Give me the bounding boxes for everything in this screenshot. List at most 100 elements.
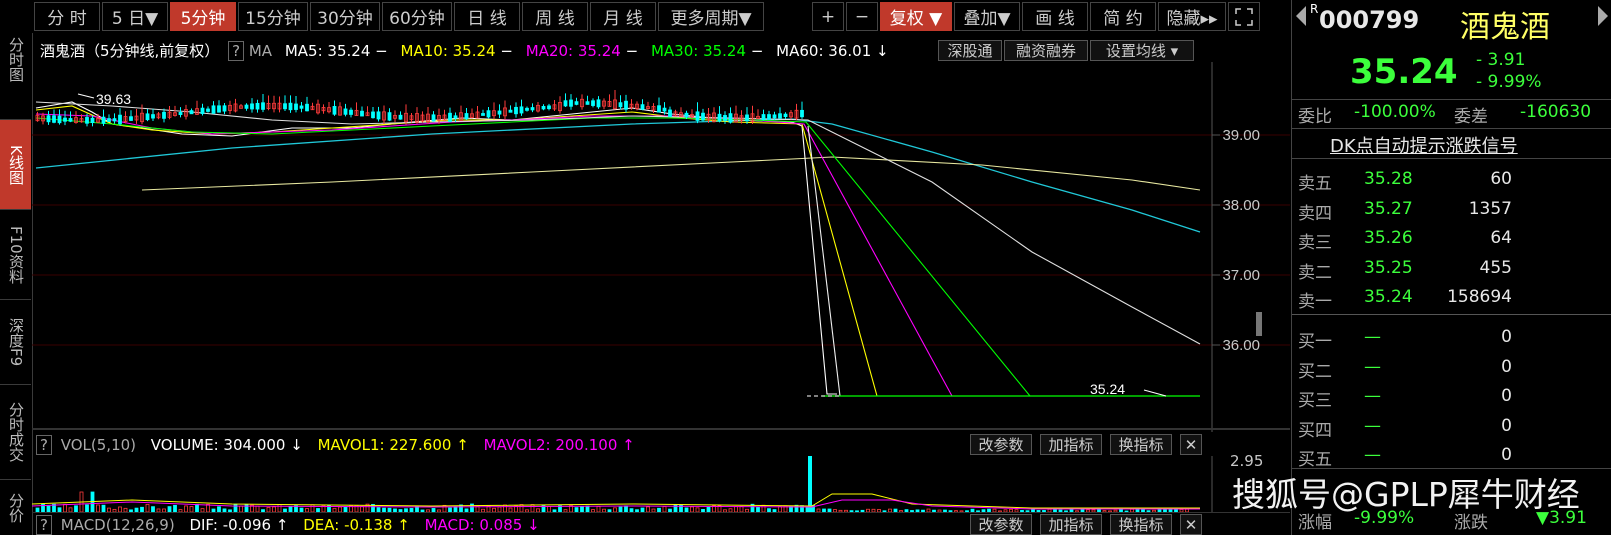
y-label-36: 36.00: [1222, 337, 1260, 354]
kline-chart[interactable]: 39.63 35.24 39.00 38.00 37.00 36.00: [32, 62, 1290, 432]
buy-row[interactable]: 买二 — 0: [1292, 352, 1611, 382]
buy-volume: 0: [1501, 356, 1512, 377]
help-icon[interactable]: ?: [228, 41, 245, 61]
candle-body: [431, 114, 436, 122]
sell-label: 卖一: [1298, 292, 1332, 312]
last-price: 35.24: [1350, 52, 1458, 92]
sell-row[interactable]: 卖二 35.25 455: [1292, 253, 1611, 283]
dea-arrow: ↑: [397, 516, 410, 534]
candle-body: [783, 113, 788, 118]
dk-signal-link[interactable]: DK点自动提示涨跌信号: [1330, 132, 1518, 158]
period-fenshi[interactable]: 分 时: [34, 2, 100, 31]
sell-row[interactable]: 卖三 35.26 64: [1292, 223, 1611, 253]
buy-volume: 0: [1501, 415, 1512, 436]
vol-help-icon[interactable]: ?: [36, 435, 52, 455]
candle-body: [283, 103, 287, 110]
period-month[interactable]: 月 线: [590, 2, 656, 31]
fullscreen-icon[interactable]: [1228, 2, 1260, 31]
macd-switch-indicator-button[interactable]: 换指标: [1110, 514, 1172, 535]
volume-bar: [145, 503, 150, 512]
candle-body: [591, 100, 595, 106]
nav-kline[interactable]: K线图: [0, 120, 31, 210]
volume-bar: [173, 504, 177, 512]
period-more[interactable]: 更多周期▼: [658, 2, 764, 31]
simple-button[interactable]: 简 约: [1090, 2, 1156, 31]
period-day[interactable]: 日 线: [454, 2, 520, 31]
draw-line-button[interactable]: 画 线: [1022, 2, 1088, 31]
period-5min[interactable]: 5分钟: [170, 2, 236, 31]
buy-row[interactable]: 买四 — 0: [1292, 411, 1611, 441]
vol-switch-indicator-button[interactable]: 换指标: [1110, 434, 1172, 455]
zoom-out-button[interactable]: −: [846, 2, 878, 31]
nav-f10[interactable]: F10资料: [0, 210, 31, 300]
sell-row[interactable]: 卖一 35.24 158694: [1292, 282, 1611, 312]
sell-label: 卖三: [1298, 233, 1332, 253]
candle-body: [723, 115, 727, 121]
candle-body: [305, 103, 309, 112]
candle-body: [288, 102, 293, 111]
candle-body: [387, 112, 392, 121]
weicha-value: -160630: [1520, 102, 1592, 122]
stock-code: 000799: [1319, 6, 1420, 34]
nav-fenshi[interactable]: 分时图: [0, 0, 31, 120]
volume-bar: [63, 503, 67, 512]
period-5day[interactable]: 5 日▼: [102, 2, 168, 31]
candle-body: [585, 101, 590, 105]
candle-body: [217, 105, 221, 113]
period-60min[interactable]: 60分钟: [382, 2, 452, 31]
quote-panel: R 000799 酒鬼酒 35.24 - 3.91 - 9.99% 委比 -10…: [1291, 0, 1611, 535]
sell-row[interactable]: 卖五 35.28 60: [1292, 164, 1611, 194]
candle-body: [200, 107, 205, 114]
sell-label: 卖二: [1298, 262, 1332, 283]
prev-stock-icon[interactable]: [1296, 6, 1306, 26]
pane-resize-handle: [1256, 312, 1262, 336]
ma-settings-button[interactable]: 设置均线 ▾: [1090, 40, 1194, 61]
candle-body: [728, 113, 733, 123]
nav-fenjia[interactable]: 分价: [0, 480, 31, 535]
period-week[interactable]: 周 线: [522, 2, 588, 31]
vol-add-indicator-button[interactable]: 加指标: [1040, 434, 1102, 455]
candle-body: [574, 101, 579, 105]
shenguotong-button[interactable]: 深股通: [938, 40, 1002, 61]
macd-close-icon[interactable]: ✕: [1180, 514, 1202, 535]
nav-trades[interactable]: 分时成交: [0, 385, 31, 480]
macd-help-icon[interactable]: ?: [36, 515, 52, 535]
vol-close-icon[interactable]: ✕: [1180, 434, 1202, 455]
volume-value: VOLUME: 304.000: [150, 436, 286, 454]
dif-arrow: ↑: [275, 516, 289, 534]
period-30min[interactable]: 30分钟: [310, 2, 380, 31]
buy-row[interactable]: 买一 — 0: [1292, 322, 1611, 352]
low-label: 35.24: [1090, 381, 1125, 397]
buy-row[interactable]: 买五 — 0: [1292, 440, 1611, 470]
sell-label: 卖五: [1298, 174, 1332, 194]
candle-body: [90, 117, 95, 124]
overlay-button[interactable]: 叠加▼: [954, 2, 1020, 31]
buy-row[interactable]: 买三 — 0: [1292, 381, 1611, 411]
hide-button[interactable]: 隐藏▸▸: [1158, 2, 1226, 31]
sell-volume: 60: [1490, 169, 1512, 189]
candle-body: [657, 105, 661, 113]
zoom-in-button[interactable]: +: [812, 2, 844, 31]
fuquan-button[interactable]: 复权 ▼: [880, 2, 952, 31]
nav-depth[interactable]: 深度F9: [0, 300, 31, 385]
volume-bar: [277, 504, 282, 512]
macd-add-indicator-button[interactable]: 加指标: [1040, 514, 1102, 535]
ma10-label: MA10: 35.24 −: [400, 42, 513, 60]
candle-body: [250, 103, 254, 110]
y-label-39: 39.00: [1222, 127, 1260, 144]
candle-body: [211, 105, 216, 114]
candle-body: [244, 104, 249, 109]
next-stock-icon[interactable]: [1598, 6, 1608, 26]
vol-name: VOL(5,10): [60, 436, 137, 454]
sell-row[interactable]: 卖四 35.27 1357: [1292, 194, 1611, 224]
mavol1-arrow: ↑: [456, 436, 469, 454]
nav-trades-label: 分时成交: [7, 402, 25, 462]
margin-button[interactable]: 融资融券: [1004, 40, 1088, 61]
candle-body: [398, 114, 403, 120]
period-15min[interactable]: 15分钟: [238, 2, 308, 31]
macd-edit-params-button[interactable]: 改参数: [970, 514, 1032, 535]
volume-bar: [310, 504, 315, 512]
candle-body: [332, 106, 337, 115]
vol-edit-params-button[interactable]: 改参数: [970, 434, 1032, 455]
ma-label: MA: [248, 42, 273, 60]
